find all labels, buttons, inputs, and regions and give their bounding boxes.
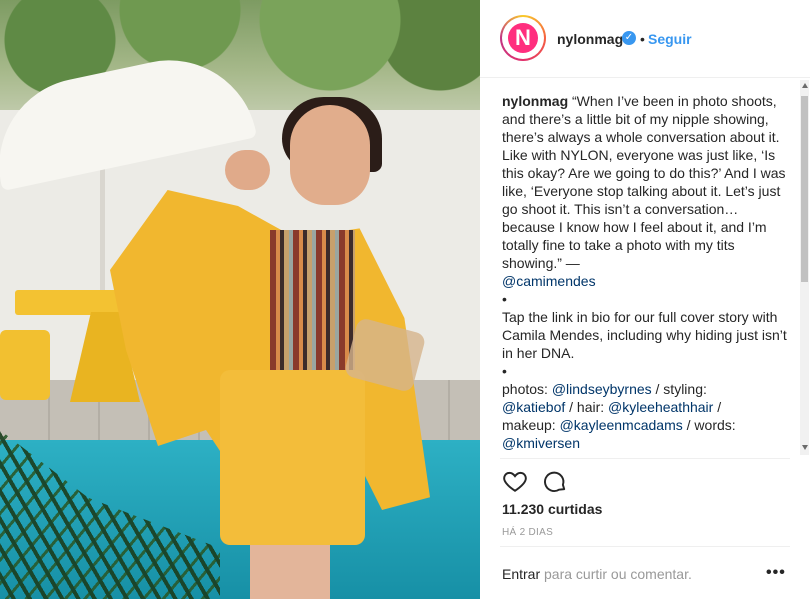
post-timestamp[interactable]: HÁ 2 DIAS <box>502 527 553 538</box>
mention-kmiversen[interactable]: @kmiversen <box>502 435 580 451</box>
credits-photos-label: photos: <box>502 381 552 397</box>
login-link[interactable]: Entrar <box>502 566 540 582</box>
instagram-post: N nylonmag ✓ • Seguir nylonmag “When I’v… <box>0 0 810 599</box>
photo-chair <box>0 330 50 400</box>
mention-camimendes[interactable]: @camimendes <box>502 273 596 289</box>
follow-button[interactable]: Seguir <box>648 31 692 47</box>
photo-person <box>110 95 430 599</box>
photo-person-hand <box>225 150 270 190</box>
mention-katiebof[interactable]: @katiebof <box>502 399 565 415</box>
caption-cta: Tap the link in bio for our full cover s… <box>502 309 787 361</box>
caption-scrollbar[interactable] <box>800 80 809 455</box>
likes-count[interactable]: 11.230 curtidas <box>502 501 602 517</box>
avatar-ring-inner: N <box>502 17 544 59</box>
login-prompt-text: para curtir ou comentar. <box>540 566 692 582</box>
credits-makeup-label: makeup: <box>502 417 560 433</box>
divider <box>500 458 790 459</box>
caption-username[interactable]: nylonmag <box>502 93 568 109</box>
post-side-panel: N nylonmag ✓ • Seguir nylonmag “When I’v… <box>480 0 810 599</box>
mention-kayleenmcadams[interactable]: @kayleenmcadams <box>560 417 683 433</box>
post-photo[interactable] <box>0 0 480 599</box>
username-link[interactable]: nylonmag <box>557 31 623 47</box>
photo-person-shorts <box>220 370 365 545</box>
photo-person-top <box>270 230 355 380</box>
comment-icon[interactable] <box>542 468 568 494</box>
heart-icon[interactable] <box>502 468 528 494</box>
avatar[interactable]: N <box>500 15 546 61</box>
header-separator: • <box>640 31 645 47</box>
more-options-icon[interactable]: ••• <box>766 564 786 582</box>
verified-badge-icon: ✓ <box>622 31 636 45</box>
scrollbar-thumb[interactable] <box>801 96 808 282</box>
caption-text: “When I’ve been in photo shoots, and the… <box>502 93 786 271</box>
photo-person-face <box>290 105 370 205</box>
credits-words-label: / words: <box>682 417 736 433</box>
scroll-up-arrow-icon[interactable] <box>802 83 808 88</box>
caption: nylonmag “When I’ve been in photo shoots… <box>502 92 788 452</box>
credits-styling-label: / styling: <box>651 381 707 397</box>
mention-lindseybyrnes[interactable]: @lindseybyrnes <box>552 381 652 397</box>
caption-bullet-1: • <box>502 291 507 307</box>
avatar-logo: N <box>508 23 538 53</box>
credits-hair-label: / hair: <box>565 399 609 415</box>
caption-credits: photos: @lindseybyrnes / styling: @katie… <box>502 380 788 452</box>
caption-quote: nylonmag “When I’ve been in photo shoots… <box>502 92 788 290</box>
divider <box>500 546 790 547</box>
login-prompt: Entrar para curtir ou comentar. <box>502 566 692 582</box>
post-header: N nylonmag ✓ • Seguir <box>480 0 810 78</box>
caption-bullet-2: • <box>502 363 507 379</box>
mention-kyleeheathhair[interactable]: @kyleeheathhair <box>608 399 713 415</box>
scroll-down-arrow-icon[interactable] <box>802 445 808 450</box>
credits-hair-sep: / <box>713 399 722 415</box>
